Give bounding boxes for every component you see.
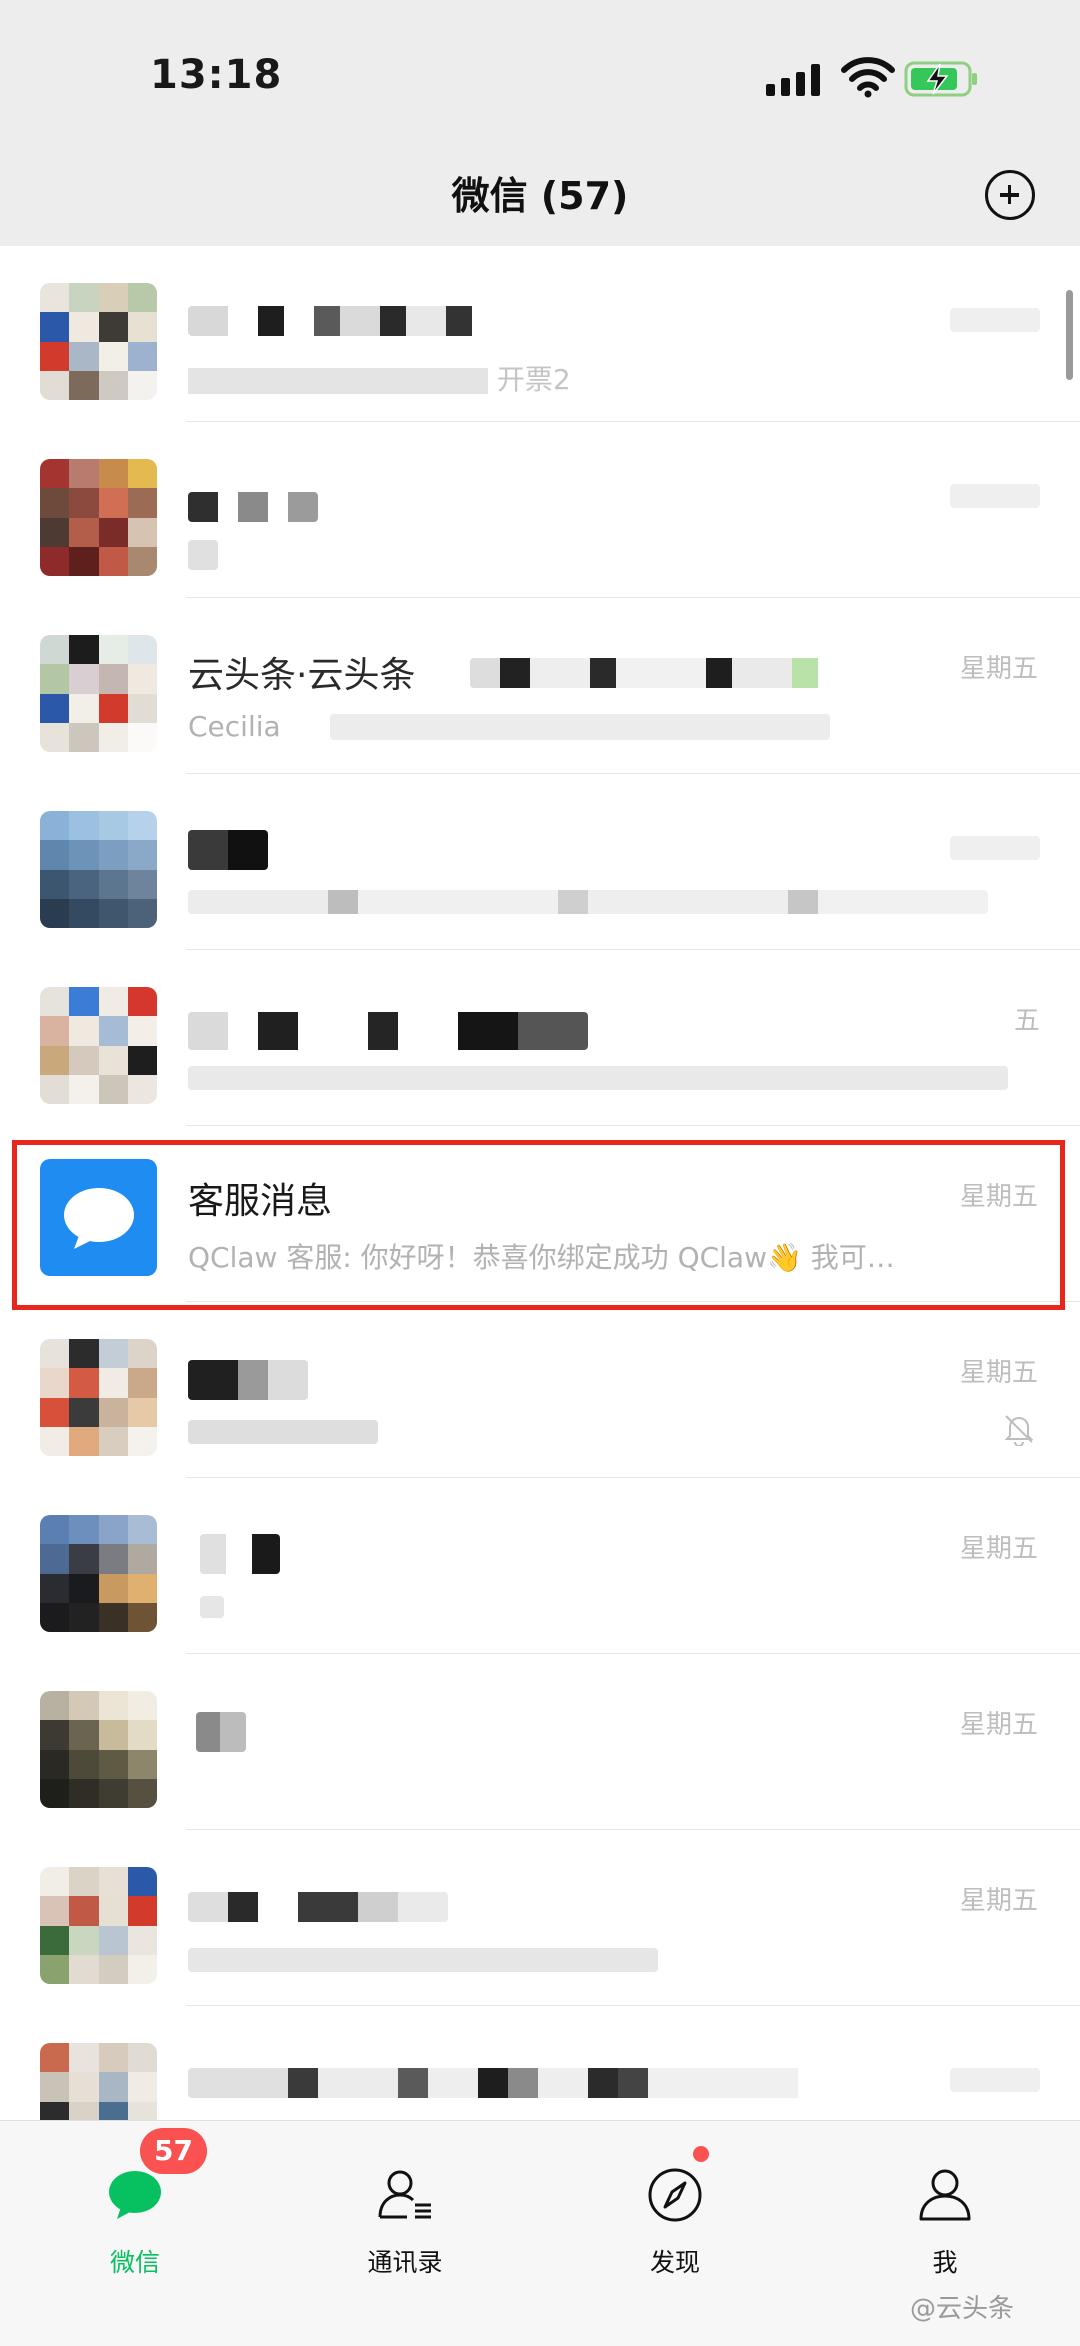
contact-name-redacted — [188, 830, 268, 870]
preview-redacted — [188, 1066, 1008, 1090]
chat-row[interactable]: 星期五 — [0, 1302, 1080, 1478]
group-avatar — [40, 2043, 157, 2120]
watermark: @云头条 — [910, 2294, 1015, 2324]
chat-row[interactable] — [0, 422, 1080, 598]
preview-redacted — [188, 1420, 378, 1444]
chat-time: 星期五 — [959, 1886, 1038, 1916]
tab-label: 通讯录 — [367, 2248, 443, 2277]
chats-icon — [109, 2171, 161, 2219]
status-time: 13:18 — [150, 52, 283, 98]
name-redacted — [470, 658, 890, 688]
time-redacted — [950, 2068, 1040, 2092]
contact-name-redacted — [188, 1892, 448, 1922]
chat-time: 星期五 — [959, 1534, 1038, 1564]
contact-name-redacted — [188, 306, 488, 336]
status-bar: 13:18 — [0, 0, 1080, 150]
preview-redacted — [188, 890, 988, 914]
time-redacted — [950, 308, 1040, 332]
chat-preview: 开票2 — [188, 358, 1028, 398]
time-redacted — [950, 836, 1040, 860]
preview-redacted — [188, 1948, 658, 1972]
contact-name-redacted — [188, 492, 318, 522]
chat-name: 云头条·云头条 — [188, 655, 416, 696]
tab-label: 发现 — [649, 2248, 700, 2277]
contact-name-redacted — [188, 1012, 588, 1050]
scrollbar[interactable] — [1066, 290, 1073, 380]
chat-row[interactable]: 五 — [0, 950, 1080, 1126]
contact-name-redacted — [188, 2068, 868, 2098]
chat-time: 五 — [1013, 1006, 1040, 1036]
discover-dot — [693, 2146, 709, 2162]
chat-time: 星期五 — [959, 1358, 1038, 1388]
compass-icon — [648, 2168, 702, 2222]
top-bar: 13:18 微信 (57) — [0, 0, 1080, 246]
chat-row[interactable]: 星期五 — [0, 1654, 1080, 1830]
avatar — [40, 811, 157, 928]
chat-row[interactable] — [0, 2006, 1080, 2120]
preview-redacted — [200, 1596, 224, 1618]
chat-time: 星期五 — [959, 654, 1038, 684]
preview-redacted — [330, 714, 830, 740]
contacts-icon — [378, 2170, 431, 2219]
person-icon — [919, 2169, 971, 2221]
group-avatar — [40, 459, 157, 576]
add-button[interactable] — [985, 170, 1035, 220]
highlight-frame — [12, 1140, 1065, 1310]
mute-bell-icon — [1004, 1415, 1034, 1446]
group-avatar — [40, 1339, 157, 1456]
group-avatar — [40, 1867, 157, 1984]
chat-preview-redacted — [188, 540, 218, 570]
chat-row[interactable]: 云头条·云头条 Cecilia 星期五 — [0, 598, 1080, 774]
chat-row[interactable] — [0, 774, 1080, 950]
time-redacted — [950, 484, 1040, 508]
battery-charging-icon — [904, 61, 977, 97]
tab-label: 微信 — [109, 2248, 160, 2277]
wifi-icon — [841, 57, 895, 98]
contact-name-redacted — [196, 1712, 246, 1752]
chat-preview: Cecilia — [188, 710, 281, 743]
tab-label: 我 — [932, 2248, 958, 2277]
signal-icon — [766, 62, 822, 96]
chat-time: 星期五 — [959, 1710, 1038, 1740]
avatar — [40, 1515, 157, 1632]
contact-name-redacted — [200, 1534, 280, 1574]
chat-row[interactable]: 星期五 — [0, 1478, 1080, 1654]
group-avatar — [40, 635, 157, 752]
avatar — [40, 1691, 157, 1808]
page-title: 微信 (57) — [451, 174, 629, 218]
group-avatar — [40, 283, 157, 400]
chat-row[interactable]: 开票2 — [0, 246, 1080, 422]
chat-row[interactable]: 星期五 — [0, 1830, 1080, 2006]
contact-name-redacted — [188, 1360, 308, 1400]
group-avatar — [40, 987, 157, 1104]
unread-badge: 57 — [140, 2128, 207, 2174]
